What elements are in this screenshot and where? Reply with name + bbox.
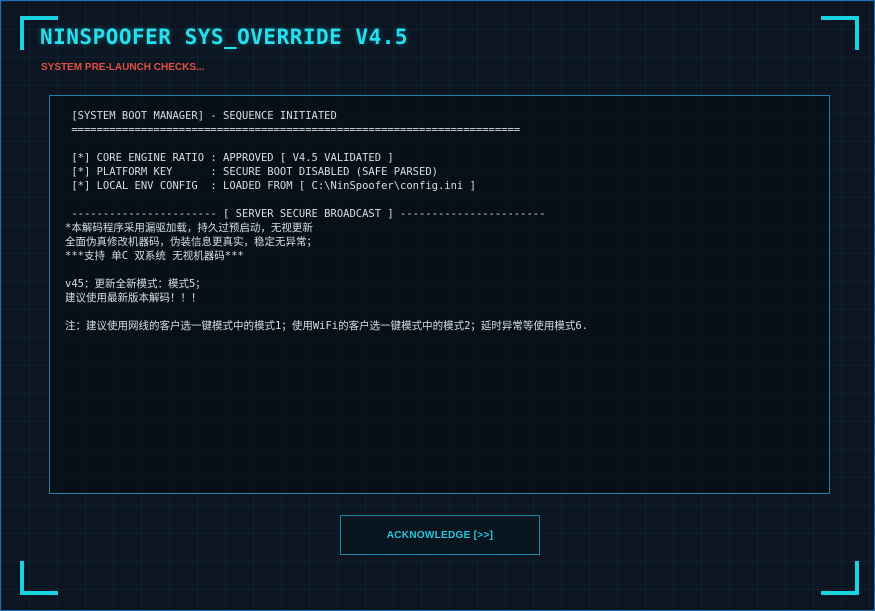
separator-line: ========================================… <box>65 124 521 136</box>
broadcast-line: 全面伪真修改机器码，伪装信息更真实，稳定无异常； <box>65 236 317 248</box>
acknowledge-button[interactable]: ACKNOWLEDGE [>>] <box>340 515 540 555</box>
corner-bracket-bottom-left <box>20 561 58 595</box>
broadcast-line: ***支持 单C 双系统 无视机器码*** <box>65 250 244 262</box>
update-line: 建议使用最新版本解码！！！ <box>65 292 202 304</box>
check-line: [*] CORE ENGINE RATIO : APPROVED [ V4.5 … <box>65 152 394 164</box>
update-line: v45：更新全新模式：模式5； <box>65 278 206 290</box>
check-line: [*] PLATFORM KEY : SECURE BOOT DISABLED … <box>65 166 438 178</box>
app-title: NINSPOOFER SYS_OVERRIDE V4.5 <box>40 25 409 49</box>
note-line: 注：建议使用网线的客户选一键模式中的模式1；使用WiFi的客户选一键模式中的模式… <box>65 320 589 332</box>
console-panel: [SYSTEM BOOT MANAGER] - SEQUENCE INITIAT… <box>49 95 830 494</box>
check-line: [*] LOCAL ENV CONFIG : LOADED FROM [ C:\… <box>65 180 476 192</box>
app-window: NINSPOOFER SYS_OVERRIDE V4.5 SYSTEM PRE-… <box>0 0 875 611</box>
corner-bracket-top-right <box>821 16 859 50</box>
corner-bracket-bottom-right <box>821 561 859 595</box>
boot-header-line: [SYSTEM BOOT MANAGER] - SEQUENCE INITIAT… <box>65 110 337 122</box>
broadcast-line: *本解码程序采用漏驱加载，持久过预启动，无视更新 <box>65 222 313 234</box>
status-subtitle: SYSTEM PRE-LAUNCH CHECKS... <box>41 62 205 73</box>
broadcast-header-line: ----------------------- [ SERVER SECURE … <box>65 208 546 220</box>
